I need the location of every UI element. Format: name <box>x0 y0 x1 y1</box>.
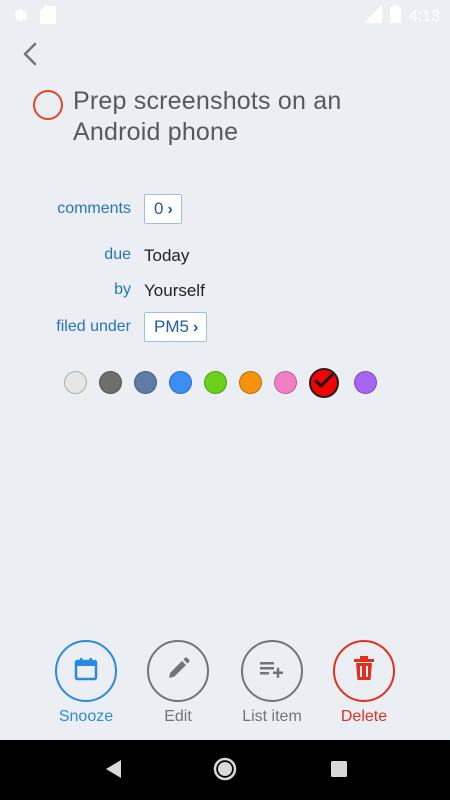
snooze-button[interactable]: Snooze <box>36 640 136 726</box>
home-circle-icon <box>212 756 238 787</box>
due-row: due Today <box>0 240 450 272</box>
color-swatch-orange[interactable] <box>239 371 262 394</box>
complete-task-checkbox[interactable] <box>33 90 63 120</box>
system-nav-bar <box>0 740 450 800</box>
color-swatch-pink[interactable] <box>274 371 297 394</box>
filed-under-row: filed under PM5 › <box>0 312 450 344</box>
action-bar: Snooze Edit List item Delete <box>0 640 450 730</box>
by-row: by Yourself <box>0 275 450 307</box>
snooze-circle <box>55 640 117 702</box>
color-swatch-blue[interactable] <box>169 371 192 394</box>
list-item-circle <box>241 640 303 702</box>
list-item-label: List item <box>242 708 302 725</box>
battery-icon <box>389 5 401 28</box>
calendar-icon <box>73 656 99 687</box>
color-swatch-light-gray[interactable] <box>64 371 87 394</box>
chevron-left-icon <box>22 42 38 71</box>
chevron-right-icon: › <box>192 318 199 336</box>
task-title: Prep screenshots on an Android phone <box>73 87 342 146</box>
color-swatch-green[interactable] <box>204 371 227 394</box>
signal-icon <box>363 5 382 28</box>
filed-under-label: filed under <box>56 318 131 335</box>
status-left <box>12 6 56 29</box>
comments-button[interactable]: 0 › <box>144 194 182 224</box>
add-list-icon <box>258 656 286 687</box>
system-recents-button[interactable] <box>326 758 352 784</box>
trash-icon <box>353 655 375 687</box>
comments-count: 0 <box>154 199 164 218</box>
due-value[interactable]: Today <box>144 246 189 266</box>
color-swatch-red[interactable] <box>309 368 339 398</box>
delete-button[interactable]: Delete <box>314 640 414 726</box>
by-value[interactable]: Yourself <box>144 281 205 301</box>
back-button[interactable] <box>14 40 46 72</box>
system-home-button[interactable] <box>212 756 238 787</box>
recents-square-icon <box>330 760 348 783</box>
snooze-label: Snooze <box>58 708 114 725</box>
list-name: PM5 <box>154 317 189 336</box>
status-time: 4:13 <box>408 7 440 25</box>
settings-icon <box>12 6 30 29</box>
by-label: by <box>114 281 131 298</box>
delete-label: Delete <box>340 708 388 725</box>
checkmark-icon <box>314 373 334 394</box>
sim-card-icon <box>40 6 56 29</box>
color-swatch-gray[interactable] <box>99 371 122 394</box>
task-header: Prep screenshots on an Android phone <box>33 86 433 148</box>
system-back-button[interactable] <box>100 758 126 784</box>
edit-button[interactable]: Edit <box>128 640 228 726</box>
status-right: 4:13 <box>363 5 440 28</box>
comments-row: comments 0 › <box>0 194 450 226</box>
comments-label: comments <box>57 200 131 217</box>
chevron-right-icon: › <box>167 200 173 218</box>
list-item-button[interactable]: List item <box>222 640 322 726</box>
pencil-icon <box>165 656 191 687</box>
color-swatch-slate-blue[interactable] <box>134 371 157 394</box>
edit-label: Edit <box>164 708 192 725</box>
back-triangle-icon <box>104 759 122 784</box>
due-label: due <box>104 246 131 263</box>
status-bar: 4:13 <box>0 0 450 30</box>
edit-circle <box>147 640 209 702</box>
filed-under-button[interactable]: PM5 › <box>144 312 208 342</box>
color-swatch-purple[interactable] <box>354 371 377 394</box>
delete-circle <box>333 640 395 702</box>
